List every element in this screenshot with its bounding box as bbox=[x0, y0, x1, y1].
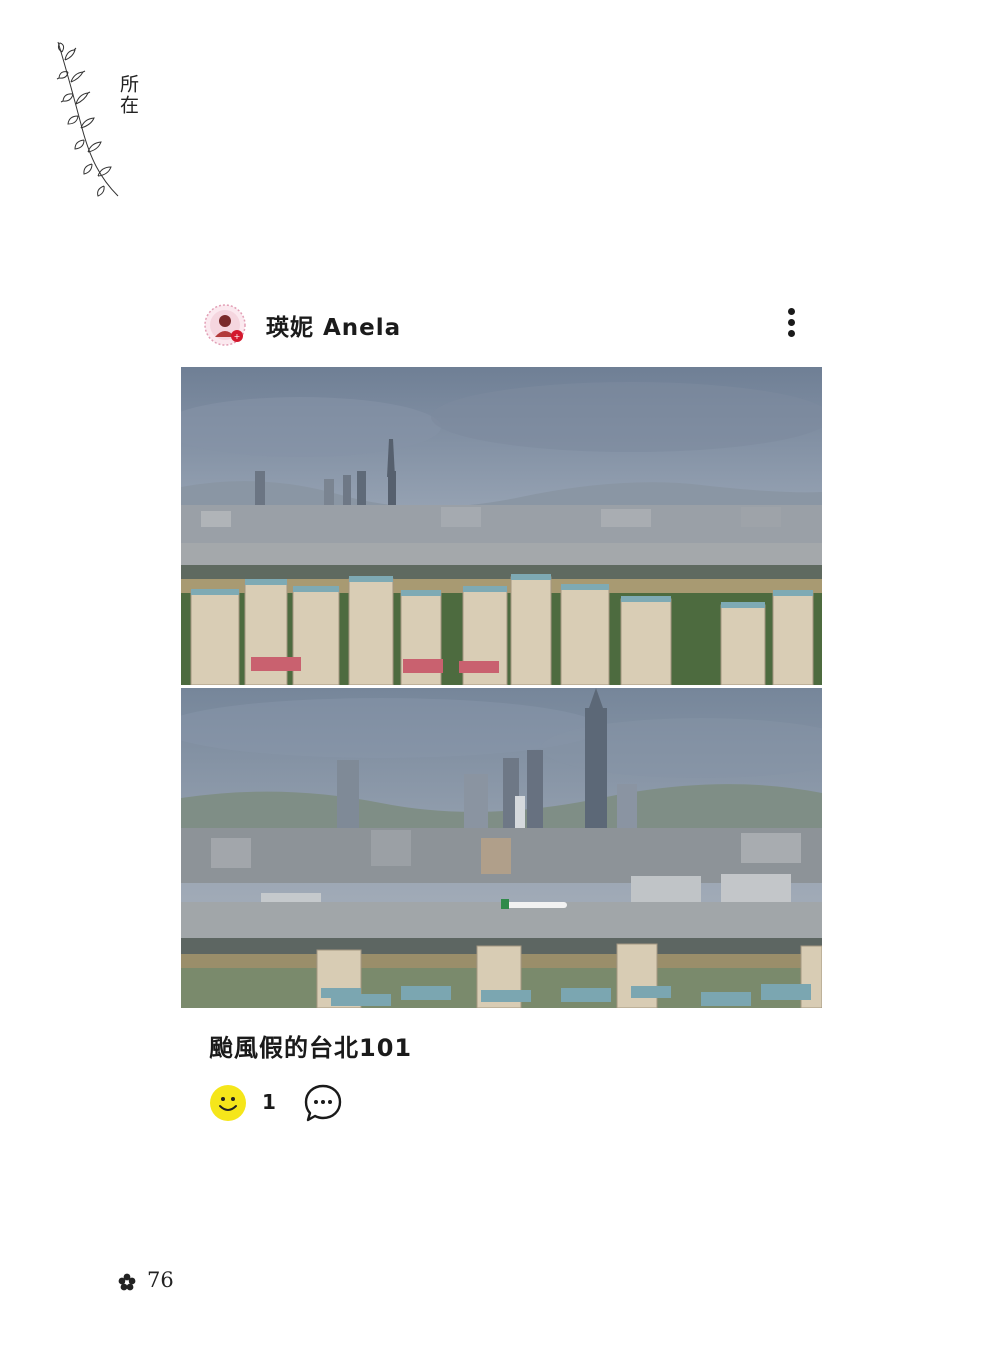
vine-ornament-icon bbox=[56, 41, 119, 197]
profile-avatar[interactable]: + bbox=[204, 304, 246, 346]
smiley-icon[interactable] bbox=[209, 1084, 247, 1122]
social-post: + 瑛妮 Anela 颱風假的台北101 1 bbox=[181, 295, 822, 1122]
post-photos[interactable] bbox=[181, 367, 822, 1008]
author-name[interactable]: 瑛妮 Anela bbox=[266, 308, 401, 342]
reaction-bar: 1 bbox=[209, 1082, 409, 1122]
reaction-count[interactable]: 1 bbox=[262, 1090, 276, 1114]
page-number: 76 bbox=[147, 1268, 174, 1292]
chapter-title: 所在 bbox=[117, 74, 139, 116]
comment-icon[interactable] bbox=[302, 1082, 344, 1124]
post-header: + 瑛妮 Anela bbox=[181, 295, 822, 355]
post-caption: 颱風假的台北101 bbox=[209, 1034, 413, 1062]
post-photo-skyline[interactable] bbox=[181, 367, 822, 685]
more-options-icon[interactable] bbox=[780, 306, 804, 340]
post-photo-taipei101[interactable] bbox=[181, 688, 822, 1008]
flower-icon bbox=[118, 1273, 136, 1291]
svg-text:+: + bbox=[234, 332, 241, 341]
